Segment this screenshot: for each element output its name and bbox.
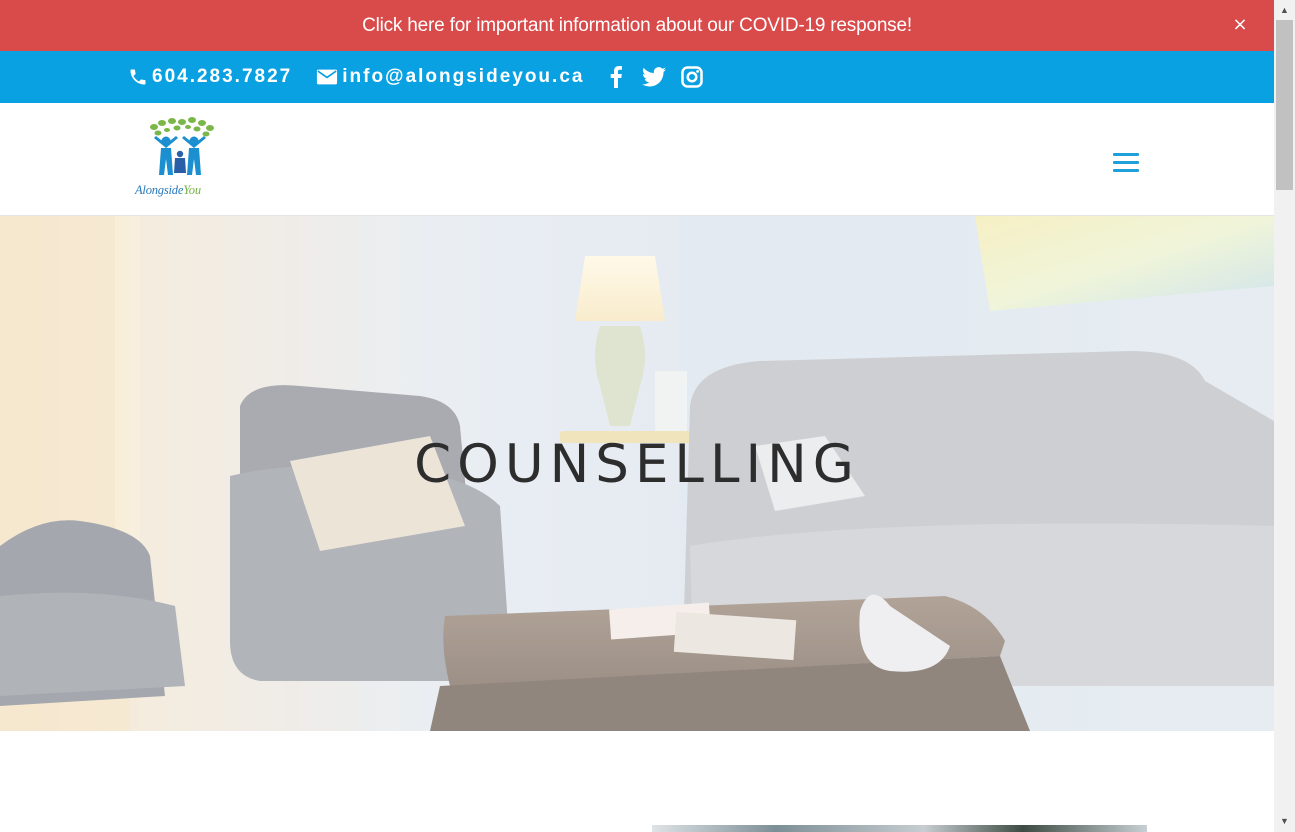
- logo-text-main: Alongside: [135, 183, 184, 197]
- phone-icon: [130, 69, 146, 85]
- scrollbar-thumb[interactable]: [1276, 20, 1293, 190]
- scroll-down-arrow-icon[interactable]: ▼: [1274, 813, 1295, 830]
- covid-banner-text[interactable]: Click here for important information abo…: [362, 15, 912, 37]
- logo-text-accent: You: [183, 183, 201, 197]
- phone-link[interactable]: 604.283.7827: [128, 66, 292, 88]
- logo-wordmark: AlongsideYou: [135, 183, 201, 198]
- hero-title: COUNSELLING: [414, 434, 860, 495]
- vertical-scrollbar[interactable]: ▲ ▼: [1274, 0, 1295, 832]
- contact-bar: 604.283.7827 info@alongsideyou.ca: [0, 51, 1274, 103]
- hero-banner: COUNSELLING: [0, 216, 1274, 731]
- content-section: [0, 731, 1274, 832]
- instagram-icon[interactable]: [680, 65, 704, 89]
- facebook-icon[interactable]: [604, 65, 628, 89]
- site-header: AlongsideYou: [0, 103, 1274, 216]
- page: Click here for important information abo…: [0, 0, 1274, 832]
- logo-tree-icon: [150, 117, 214, 175]
- scroll-up-arrow-icon[interactable]: ▲: [1274, 2, 1295, 19]
- email-link[interactable]: info@alongsideyou.ca: [316, 66, 584, 88]
- email-address: info@alongsideyou.ca: [342, 66, 585, 87]
- covid-announcement-banner[interactable]: Click here for important information abo…: [0, 0, 1274, 51]
- envelope-icon: [317, 69, 338, 85]
- phone-number: 604.283.7827: [152, 66, 293, 87]
- content-image-preview: [652, 825, 1147, 832]
- alongside-you-logo[interactable]: AlongsideYou: [132, 117, 228, 203]
- close-icon[interactable]: ×: [1230, 14, 1250, 36]
- hamburger-menu-icon[interactable]: [1113, 153, 1139, 173]
- twitter-icon[interactable]: [642, 65, 667, 89]
